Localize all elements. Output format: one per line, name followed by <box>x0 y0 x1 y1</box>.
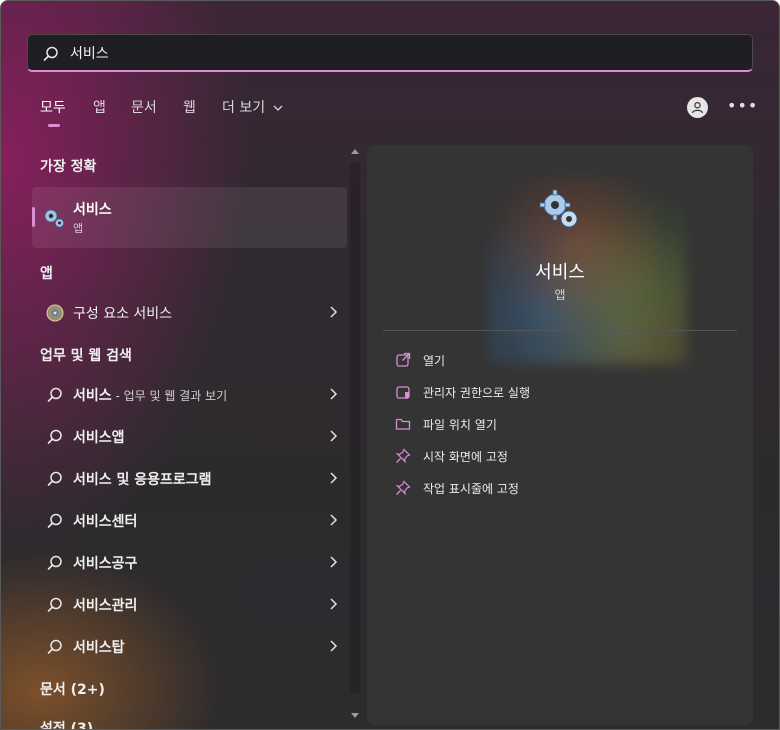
search-icon <box>47 513 62 528</box>
best-match-title: 서비스 <box>73 202 112 218</box>
scroll-up-icon[interactable] <box>350 148 360 156</box>
results-list: 가장 정확 서비스 앱 앱 구성 요소 서비스 업무 및 웹 검색 서비스 - … <box>1 145 347 729</box>
open-icon <box>396 352 411 367</box>
detail-pane: 서비스 앱 열기 관리자 권한으로 실행 파일 위치 열기 시작 화면에 고정 … <box>367 145 753 725</box>
search-input[interactable] <box>68 35 732 71</box>
web-result-query: 서비스탑 <box>73 640 125 656</box>
web-result-query: 서비스 및 응용프로그램 <box>73 472 212 488</box>
scroll-down-icon[interactable] <box>350 711 360 719</box>
search-icon <box>47 471 62 486</box>
services-gear-icon <box>44 209 65 228</box>
best-match-item[interactable]: 서비스 앱 <box>32 187 347 248</box>
start-search-window: 모두 앱 문서 웹 더 보기 ••• 가장 정확 서비스 <box>0 0 780 730</box>
web-result-label: 서비스공구 <box>73 553 137 573</box>
web-result-label: 서비스 및 응용프로그램 <box>73 469 212 489</box>
detail-title: 서비스 <box>535 262 585 283</box>
app-result-label: 구성 요소 서비스 <box>73 306 173 322</box>
divider <box>383 330 737 331</box>
tab-more-label: 더 보기 <box>222 100 266 116</box>
chevron-right-icon <box>330 306 338 318</box>
tab-web[interactable]: 웹 <box>183 97 196 117</box>
search-icon <box>47 387 62 402</box>
more-options-icon[interactable]: ••• <box>727 96 758 115</box>
search-icon <box>47 429 62 444</box>
web-result-item[interactable]: 서비스탑 <box>32 626 347 666</box>
pin-icon <box>395 480 411 496</box>
app-result-item[interactable]: 구성 요소 서비스 <box>32 292 347 332</box>
chevron-right-icon <box>330 472 338 484</box>
web-result-query: 서비스센터 <box>73 514 138 530</box>
section-documents[interactable]: 문서 (2+) <box>40 679 105 699</box>
action-open-file-location[interactable]: 파일 위치 열기 <box>391 414 721 438</box>
web-result-label: 서비스탑 <box>73 637 125 657</box>
action-pin-to-start[interactable]: 시작 화면에 고정 <box>391 446 721 470</box>
web-result-query: 서비스관리 <box>73 598 138 614</box>
action-run-as-admin[interactable]: 관리자 권한으로 실행 <box>391 382 721 406</box>
web-result-item[interactable]: 서비스 - 업무 및 웹 결과 보기 <box>32 374 347 414</box>
search-icon <box>43 46 58 61</box>
scroll-track[interactable] <box>350 163 360 693</box>
section-apps: 앱 <box>40 266 53 282</box>
results-scrollbar[interactable] <box>347 145 363 729</box>
action-open-file-location-label: 파일 위치 열기 <box>423 418 497 432</box>
search-icon <box>47 597 62 612</box>
web-result-item[interactable]: 서비스공구 <box>32 542 347 582</box>
detail-subtitle: 앱 <box>554 288 566 302</box>
tab-more[interactable]: 더 보기 <box>222 97 283 117</box>
web-result-item[interactable]: 서비스 및 응용프로그램 <box>32 458 347 498</box>
web-result-label: 서비스 - 업무 및 웹 결과 보기 <box>73 385 227 405</box>
chevron-right-icon <box>330 640 338 652</box>
action-pin-to-taskbar[interactable]: 작업 표시줄에 고정 <box>391 478 721 502</box>
web-result-query: 서비스 <box>73 388 112 404</box>
selection-accent <box>32 207 35 227</box>
chevron-right-icon <box>330 598 338 610</box>
tab-all[interactable]: 모두 <box>40 97 66 117</box>
tab-apps[interactable]: 앱 <box>93 97 106 117</box>
chevron-right-icon <box>330 514 338 526</box>
chevron-right-icon <box>330 430 338 442</box>
action-open[interactable]: 열기 <box>391 350 721 374</box>
component-services-icon <box>46 304 64 322</box>
action-pin-to-taskbar-label: 작업 표시줄에 고정 <box>423 482 519 496</box>
web-result-label: 서비스센터 <box>73 511 137 531</box>
action-pin-to-start-label: 시작 화면에 고정 <box>423 450 508 464</box>
search-box[interactable] <box>27 34 753 72</box>
chevron-right-icon <box>330 556 338 568</box>
web-result-label: 서비스관리 <box>73 595 137 615</box>
folder-icon <box>395 418 411 430</box>
web-result-query: 서비스앱 <box>73 430 125 446</box>
web-result-item[interactable]: 서비스관리 <box>32 584 347 624</box>
web-result-label: 서비스앱 <box>73 427 125 447</box>
best-match-subtitle: 앱 <box>73 222 84 235</box>
action-run-as-admin-label: 관리자 권한으로 실행 <box>423 386 530 400</box>
chevron-down-icon <box>273 105 283 111</box>
web-result-suffix: - 업무 및 웹 결과 보기 <box>111 389 228 403</box>
chevron-right-icon <box>330 388 338 400</box>
action-open-label: 열기 <box>423 354 446 368</box>
pin-icon <box>395 448 411 464</box>
section-best-match: 가장 정확 <box>40 159 97 175</box>
section-web-search: 업무 및 웹 검색 <box>40 348 132 364</box>
search-icon <box>47 555 62 570</box>
web-result-item[interactable]: 서비스센터 <box>32 500 347 540</box>
web-result-query: 서비스공구 <box>73 556 138 572</box>
tab-active-indicator <box>48 124 60 127</box>
services-gear-icon <box>539 189 578 228</box>
section-settings[interactable]: 설정 (3) <box>40 718 93 729</box>
tab-documents[interactable]: 문서 <box>131 97 157 117</box>
user-icon <box>691 101 704 114</box>
web-result-item[interactable]: 서비스앱 <box>32 416 347 456</box>
search-icon <box>47 639 62 654</box>
account-avatar[interactable] <box>687 97 708 118</box>
admin-shield-icon <box>396 386 410 399</box>
